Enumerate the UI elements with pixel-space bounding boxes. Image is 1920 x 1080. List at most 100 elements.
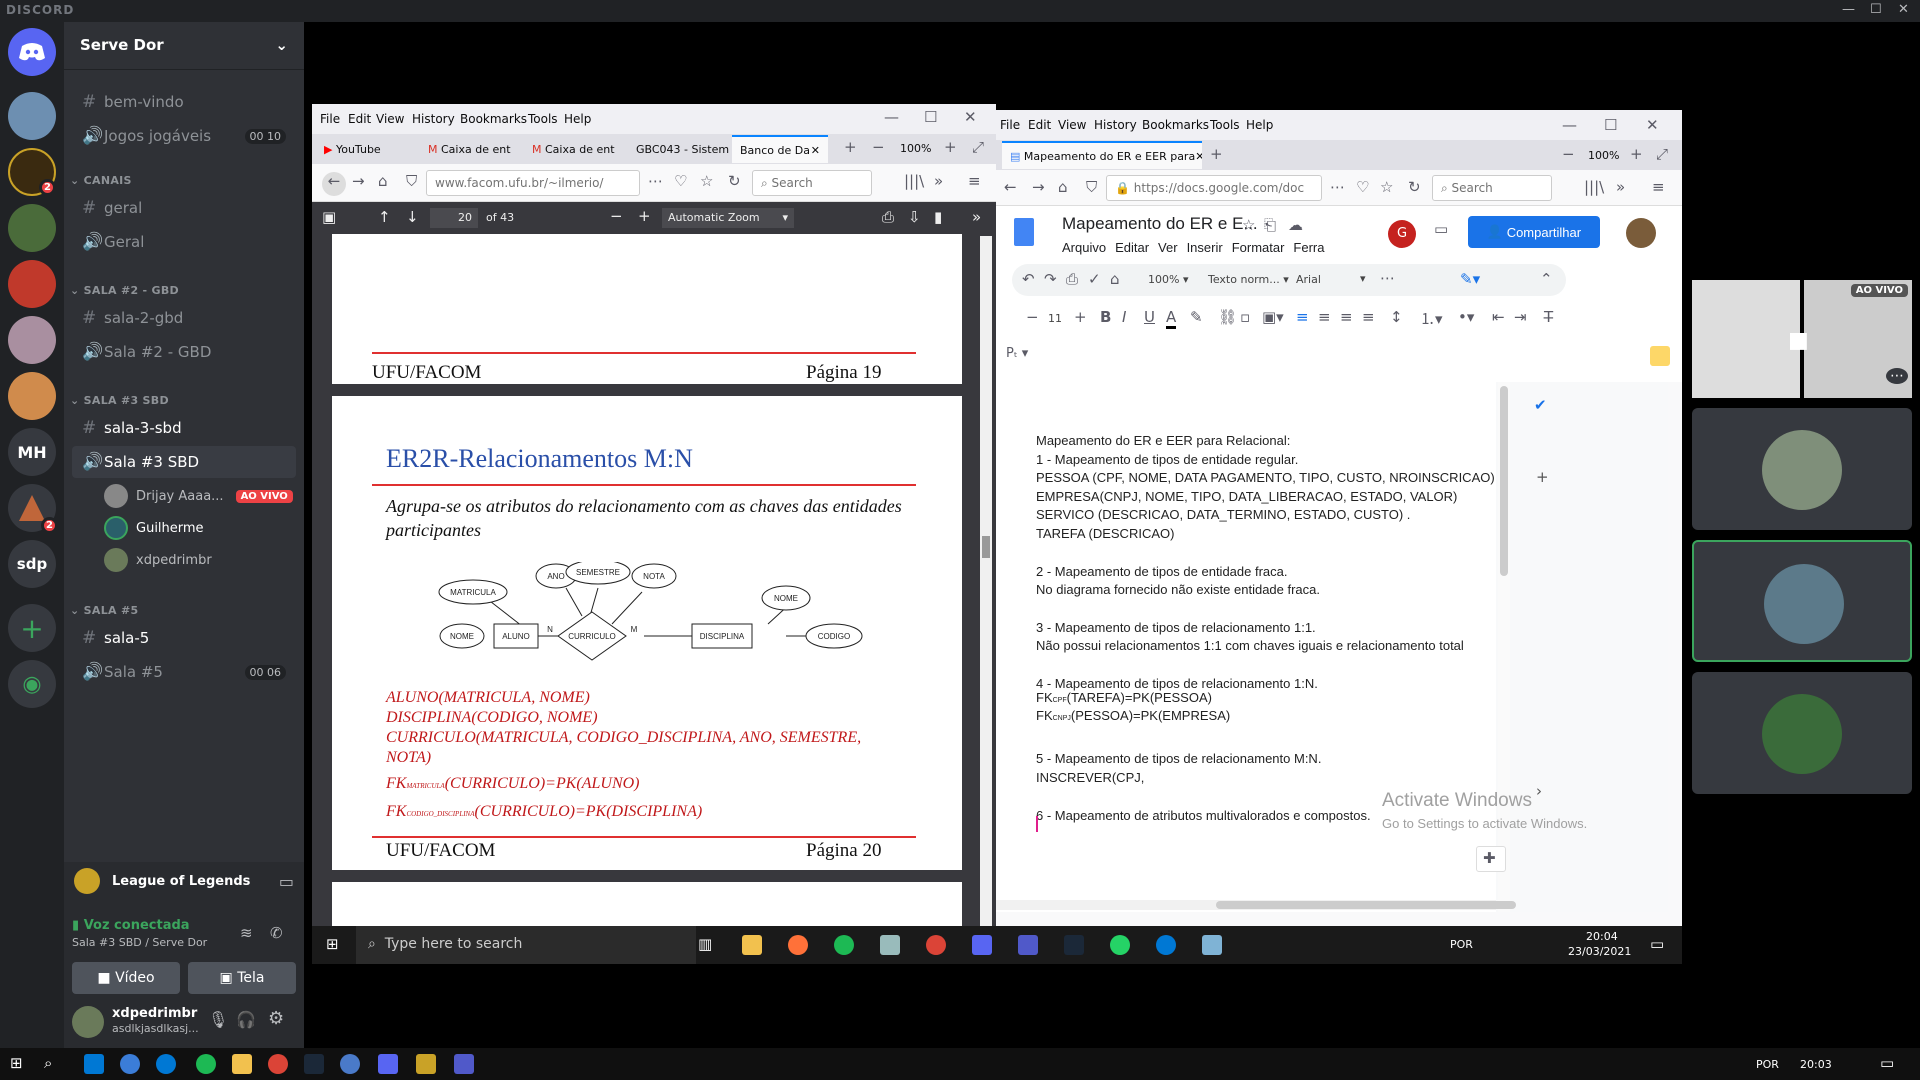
windows-start-icon[interactable]: ⊞	[10, 1054, 23, 1072]
menu-file[interactable]: File	[320, 112, 340, 126]
close-icon[interactable]: ✕	[1646, 116, 1659, 134]
zoom-in-icon[interactable]: +	[638, 207, 651, 225]
headphones-icon[interactable]: 🎧	[236, 1010, 256, 1029]
edge-icon[interactable]	[1156, 935, 1176, 955]
undo-icon[interactable]: ↶	[1022, 270, 1035, 288]
zoom-select[interactable]: 100% ▾	[1148, 273, 1188, 286]
italic-icon[interactable]: I	[1122, 308, 1126, 326]
text-color-icon[interactable]: A	[1166, 308, 1177, 329]
category-sala2[interactable]: ⌄ SALA #2 - GBD	[70, 284, 179, 297]
screen-button[interactable]: ▣ Tela	[188, 962, 296, 994]
noise-suppression-icon[interactable]: ≋	[240, 924, 253, 942]
spellcheck-icon[interactable]: ✓	[1088, 270, 1101, 288]
bold-icon[interactable]: B	[1100, 308, 1111, 326]
participant-tile-1[interactable]	[1692, 408, 1912, 530]
menu-view[interactable]: View	[376, 112, 404, 126]
collapse-icon[interactable]: ⌃	[1540, 270, 1553, 288]
more-icon[interactable]: ⋯	[1330, 178, 1345, 196]
new-tab-icon[interactable]: +	[1210, 145, 1223, 163]
channel-sala-2-gbd[interactable]: # sala-2-gbd	[72, 302, 296, 334]
menu-edit[interactable]: Edit	[348, 112, 371, 126]
menu-icon[interactable]: ≡	[968, 172, 981, 190]
language-indicator[interactable]: POR	[1756, 1058, 1779, 1071]
server-icon-8[interactable]: 2	[8, 484, 58, 534]
forward-icon[interactable]: →	[352, 172, 365, 190]
gear-icon[interactable]: ⚙	[268, 1008, 284, 1029]
scroll-thumb[interactable]	[1500, 386, 1508, 576]
menu-help[interactable]: Help	[1246, 118, 1273, 132]
language-indicator[interactable]: POR	[1450, 938, 1473, 951]
font-select[interactable]: Arial	[1296, 273, 1321, 286]
channel-sala-5[interactable]: # sala-5	[72, 622, 296, 654]
menu-history[interactable]: History	[1094, 118, 1137, 132]
clock-time[interactable]: 20:04	[1586, 930, 1618, 943]
server-header[interactable]: Serve Dor ⌄	[64, 22, 304, 70]
discord-home-icon[interactable]	[8, 28, 56, 76]
discord-icon[interactable]	[378, 1054, 398, 1074]
back-icon[interactable]: ←	[1004, 178, 1017, 196]
microphone-icon[interactable]: 🎙	[208, 1010, 228, 1029]
zoom-out-icon[interactable]: −	[610, 207, 623, 225]
pocket-icon[interactable]: ♡	[1356, 178, 1369, 196]
category-sala3[interactable]: ⌄ SALA #3 SBD	[70, 394, 169, 407]
menu-view[interactable]: View	[1058, 118, 1086, 132]
taskbar-search[interactable]: ⌕ Type here to search	[356, 926, 696, 964]
prev-page-icon[interactable]: ↑	[378, 208, 391, 226]
tab-gbc043[interactable]: GBC043 - Sistem	[628, 135, 730, 163]
league-icon[interactable]	[416, 1054, 436, 1074]
collaborator-avatar[interactable]: G	[1388, 220, 1416, 248]
redo-icon[interactable]: ↷	[1044, 270, 1057, 288]
shield-icon[interactable]: ⛉	[1086, 178, 1097, 196]
maximize-icon[interactable]: ☐	[1870, 2, 1882, 17]
zoom-level[interactable]: 100%	[1588, 149, 1619, 162]
editing-mode-icon[interactable]: ✎▾	[1460, 270, 1480, 288]
bulleted-list-icon[interactable]: •▾	[1458, 308, 1474, 326]
print-icon[interactable]: ⎙	[1066, 270, 1078, 288]
font-size[interactable]: 11	[1048, 312, 1062, 325]
home-icon[interactable]: ⌂	[1058, 178, 1068, 196]
firefox-icon[interactable]	[788, 935, 808, 955]
docs-menu-inserir[interactable]: Inserir	[1187, 240, 1223, 255]
menu-bookmarks[interactable]: Bookmarks	[460, 112, 527, 126]
explore-icon[interactable]: ◉	[8, 660, 56, 708]
shield-icon[interactable]: ⛉	[406, 172, 417, 190]
server-icon-mh[interactable]: MH	[8, 428, 56, 476]
document-title[interactable]: Mapeamento do ER e E...	[1062, 214, 1258, 234]
justify-icon[interactable]: ≡	[1362, 308, 1375, 326]
bookmark-icon[interactable]: ▮	[934, 208, 942, 226]
explorer-icon[interactable]	[232, 1054, 252, 1074]
channel-sala-3-sbd[interactable]: # sala-3-sbd	[72, 412, 296, 444]
channel-sala2-voice[interactable]: 🔊 Sala #2 - GBD	[72, 336, 296, 368]
windows-start-icon[interactable]: ⊞	[326, 935, 339, 953]
align-center-icon[interactable]: ≡	[1318, 308, 1331, 326]
app-icon[interactable]	[340, 1054, 360, 1074]
page-number-input[interactable]: 20	[430, 208, 478, 228]
channel-geral[interactable]: # geral	[72, 192, 296, 224]
menu-icon[interactable]: ≡	[1652, 178, 1665, 196]
discord-icon[interactable]	[972, 935, 992, 955]
cloud-icon[interactable]: ☁	[1288, 216, 1303, 234]
chrome-icon[interactable]	[926, 935, 946, 955]
fullscreen-icon[interactable]: ⤢	[1656, 145, 1668, 163]
server-icon-5[interactable]	[8, 316, 56, 364]
menu-tools[interactable]: Tools	[1210, 118, 1240, 132]
video-button[interactable]: ■ Vídeo	[72, 962, 180, 994]
tab-gmail-2[interactable]: M Caixa de ent	[524, 135, 626, 163]
edge-icon[interactable]	[156, 1054, 176, 1074]
url-bar[interactable]: 🔒 https://docs.google.com/doc	[1106, 175, 1322, 201]
paragraph-style-icon[interactable]: Pₜ ▾	[1006, 346, 1028, 361]
decrease-indent-icon[interactable]: ⇤	[1492, 308, 1505, 326]
new-tab-icon[interactable]: +	[844, 138, 857, 156]
move-folder-icon[interactable]: ⎗	[1264, 216, 1276, 234]
clock-date[interactable]: 23/03/2021	[1568, 945, 1631, 958]
save-icon[interactable]: ⇩	[908, 208, 921, 226]
comment-icon[interactable]: ▫	[1240, 308, 1250, 326]
notifications-icon[interactable]: ▭	[1650, 935, 1664, 953]
channel-jogos[interactable]: 🔊 Jogos jogáveis 00 10	[72, 120, 296, 152]
comments-icon[interactable]: ▭	[1434, 220, 1448, 238]
add-addon-icon[interactable]: +	[1536, 468, 1549, 486]
voice-user-guilherme[interactable]: Guilherme	[104, 514, 204, 542]
library-icon[interactable]: |||\	[1584, 178, 1604, 196]
minimize-icon[interactable]: —	[1842, 2, 1855, 17]
pdf-scrollbar[interactable]	[980, 236, 992, 926]
